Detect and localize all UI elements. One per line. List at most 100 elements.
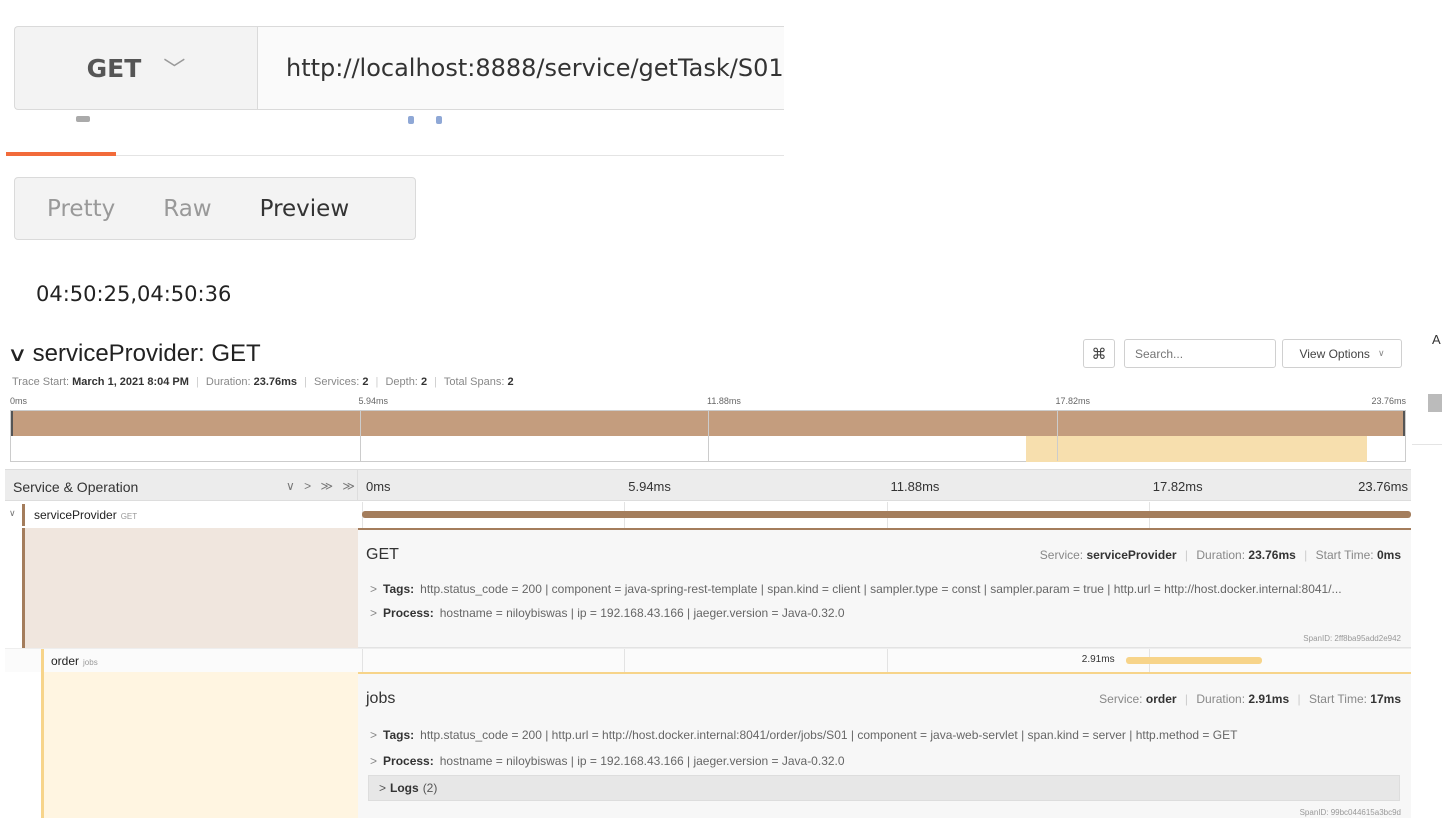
summary-label: Service: xyxy=(1039,548,1084,562)
span-detail-summary: Service: serviceProvider | Duration: 23.… xyxy=(1039,548,1401,562)
summary-duration: 23.76ms xyxy=(1248,548,1296,562)
summary-label: Start Time: xyxy=(1315,548,1374,562)
span-process[interactable]: > Process: hostname = niloybiswas | ip = 1… xyxy=(370,606,1400,620)
logs-label: Logs xyxy=(390,781,419,795)
tab-fragment xyxy=(76,116,90,122)
meta-label: Services: xyxy=(314,376,360,388)
minimap-gridline xyxy=(359,411,361,461)
span-tags[interactable]: > Tags: http.status_code = 200 | http.url … xyxy=(370,728,1400,742)
view-options-label: View Options xyxy=(1299,346,1370,361)
process-values: hostname = niloybiswas | ip = 192.168.43… xyxy=(439,606,845,620)
side-panel-icon xyxy=(1428,394,1442,412)
span-service: serviceProvider xyxy=(34,508,117,522)
span-name[interactable]: order jobs xyxy=(51,654,98,668)
chevron-down-icon: ∨ xyxy=(7,343,28,366)
service-operation-header: Service & Operation xyxy=(13,479,139,495)
tags-label: Tags: xyxy=(383,582,415,596)
span-detail-title: GET xyxy=(366,546,399,563)
keyboard-shortcuts-button[interactable]: ⌘ xyxy=(1083,339,1115,368)
span-id: SpanID: 2ff8ba95add2e942 xyxy=(1303,634,1401,643)
minimap-span-bar xyxy=(1025,436,1368,462)
summary-label: Duration: xyxy=(1196,548,1246,562)
span-name[interactable]: serviceProvider GET xyxy=(34,508,137,522)
summary-service: order xyxy=(1145,692,1177,706)
minimap-tick-label: 11.88ms xyxy=(707,396,741,406)
search-input[interactable] xyxy=(1124,339,1276,368)
span-detail-summary: Service: order | Duration: 2.91ms | Star… xyxy=(1099,692,1401,706)
request-bar: GET ﹀ http://localhost:8888/service/getT… xyxy=(14,26,784,110)
minimap-tick-label: 23.76ms xyxy=(1371,396,1406,406)
trace-meta: Trace Start: March 1, 2021 8:04 PM | Dur… xyxy=(12,376,514,388)
timeline-gridline xyxy=(362,649,363,673)
process-label: Process: xyxy=(383,754,434,768)
meta-label: Trace Start: xyxy=(12,376,70,388)
chevron-right-icon: > xyxy=(370,754,378,768)
meta-label: Duration: xyxy=(205,376,251,388)
tab-fragment xyxy=(436,116,442,124)
method-select[interactable]: GET ﹀ xyxy=(15,27,258,109)
span-detail: jobs Service: order | Duration: 2.91ms |… xyxy=(358,672,1411,818)
trace-minimap[interactable]: 0ms 5.94ms 11.88ms 17.82ms 23.76ms xyxy=(10,396,1406,464)
chevron-down-icon[interactable]: ∨ xyxy=(9,508,16,519)
span-duration-label: 2.91ms xyxy=(1081,654,1115,665)
timeline-gridline xyxy=(624,649,626,673)
span-detail: GET Service: serviceProvider | Duration:… xyxy=(358,528,1411,648)
process-values: hostname = niloybiswas | ip = 192.168.43… xyxy=(439,754,845,768)
tags-values: http.status_code = 200 | http.url = http… xyxy=(420,728,1238,742)
chevron-down-icon: ∨ xyxy=(1377,348,1385,358)
minimap-edge-marker xyxy=(11,411,13,436)
timeline-tick-label: 23.76ms xyxy=(1358,479,1408,494)
span-tags[interactable]: > Tags: http.status_code = 200 | component… xyxy=(370,582,1400,596)
timeline-tick-label: 5.94ms xyxy=(628,479,671,494)
side-divider xyxy=(1412,444,1442,445)
response-view-tabs: Pretty Raw Preview xyxy=(14,177,416,240)
tags-values: http.status_code = 200 | component = jav… xyxy=(420,582,1342,596)
chevron-down-icon: ﹀ xyxy=(163,58,186,83)
trace-title-text: serviceProvider: GET xyxy=(32,340,261,367)
minimap-tick-label: 17.82ms xyxy=(1055,396,1091,406)
summary-label: Duration: xyxy=(1196,692,1246,706)
span-bar[interactable] xyxy=(1125,657,1262,664)
summary-service: serviceProvider xyxy=(1086,548,1177,562)
trace-title[interactable]: ∨ serviceProvider: GET xyxy=(7,340,261,368)
tab-pretty[interactable]: Pretty xyxy=(47,196,115,222)
minimap-gridline xyxy=(1056,411,1058,461)
chevron-right-icon: > xyxy=(379,781,387,795)
logs-count: (2) xyxy=(422,781,438,795)
process-label: Process: xyxy=(383,606,434,620)
view-options-button[interactable]: View Options ∨ xyxy=(1282,339,1402,368)
column-divider[interactable] xyxy=(357,470,358,500)
collapse-expand-controls[interactable]: ∨ > ≫ ≫ xyxy=(286,479,358,493)
chevron-right-icon: > xyxy=(370,728,378,742)
span-service: order xyxy=(51,654,80,668)
timeline-tick-label: 17.82ms xyxy=(1152,479,1203,494)
span-process[interactable]: > Process: hostname = niloybiswas | ip = 1… xyxy=(370,754,1400,768)
summary-start: 0ms xyxy=(1376,548,1401,562)
summary-label: Service: xyxy=(1099,692,1143,706)
request-tabs xyxy=(6,112,784,156)
trace-duration-value: 23.76ms xyxy=(253,376,298,388)
span-row[interactable]: ∨ serviceProvider GET xyxy=(5,502,1411,528)
span-row[interactable]: order jobs 2.91ms xyxy=(5,648,1411,673)
meta-label: Total Spans: xyxy=(443,376,505,388)
summary-duration: 2.91ms xyxy=(1248,692,1290,706)
tab-fragment xyxy=(408,116,414,124)
span-color-marker xyxy=(41,672,44,818)
tags-label: Tags: xyxy=(383,728,415,742)
minimap-area[interactable] xyxy=(10,410,1406,462)
response-body: 04:50:25,04:50:36 xyxy=(36,282,232,306)
span-bar[interactable] xyxy=(362,511,1411,518)
side-panel-label: A xyxy=(1432,332,1441,347)
url-input[interactable]: http://localhost:8888/service/getTask/S0… xyxy=(258,27,784,109)
total-spans-value: 2 xyxy=(507,376,514,388)
services-value: 2 xyxy=(362,376,369,388)
tab-raw[interactable]: Raw xyxy=(163,196,211,222)
span-operation: jobs xyxy=(83,658,98,667)
span-detail-title: jobs xyxy=(366,690,396,707)
command-icon: ⌘ xyxy=(1091,345,1107,363)
summary-start: 17ms xyxy=(1370,692,1401,706)
tab-preview[interactable]: Preview xyxy=(260,196,350,222)
chevron-right-icon: > xyxy=(370,606,378,620)
span-logs[interactable]: > Logs (2) xyxy=(368,775,1400,801)
timeline-tick-label: 11.88ms xyxy=(890,479,940,494)
